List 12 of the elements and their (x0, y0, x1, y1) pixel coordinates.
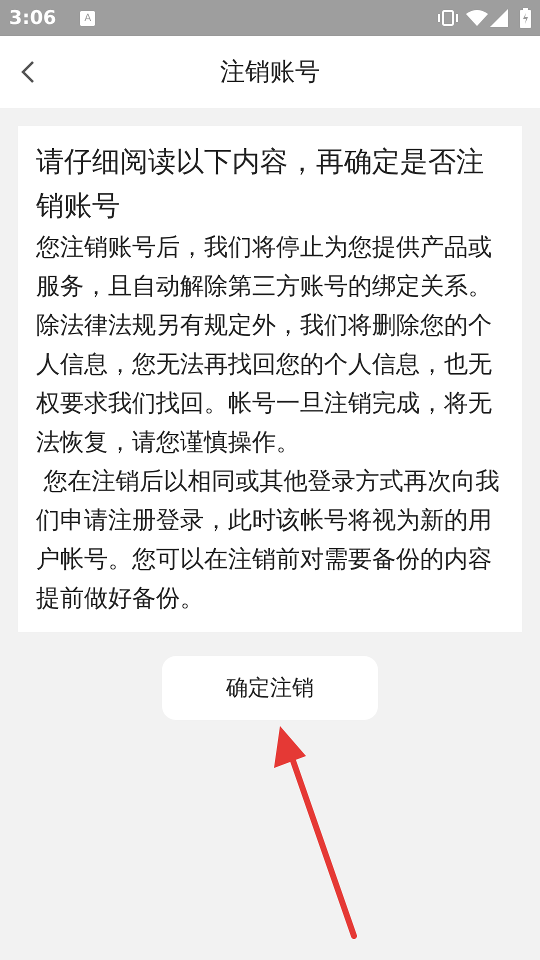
notification-icon: A (80, 10, 96, 26)
notice-paragraph: 您注销账号后，我们将停止为您提供产品或服务，且自动解除第三方账号的绑定关系。除法律法规另有规定外，我们将删除您的个人信息，您无法再找回您的个人信息，也无权要求我们找回。帐号一旦注销完成，将无法恢复，请您谨慎操作。 (36, 232, 493, 458)
notice-title: 请仔细阅读以下内容，再确定是否注销账号 (36, 144, 485, 224)
back-icon (21, 60, 35, 84)
vibrate-icon (436, 10, 460, 26)
signal-icon (490, 9, 508, 27)
battery-icon (520, 8, 531, 28)
wifi-icon (466, 10, 488, 26)
confirm-button[interactable]: 确定注销 (162, 656, 378, 720)
page-title: 注销账号 (220, 56, 320, 88)
notice-paragraph: 您在注销后以相同或其他登录方式再次向我们申请注册登录，此时该帐号将视为新的用户帐号。您可以在注销前对需要备份的内容提前做好备份。 (36, 466, 501, 614)
status-time: 3:06 (9, 6, 56, 31)
